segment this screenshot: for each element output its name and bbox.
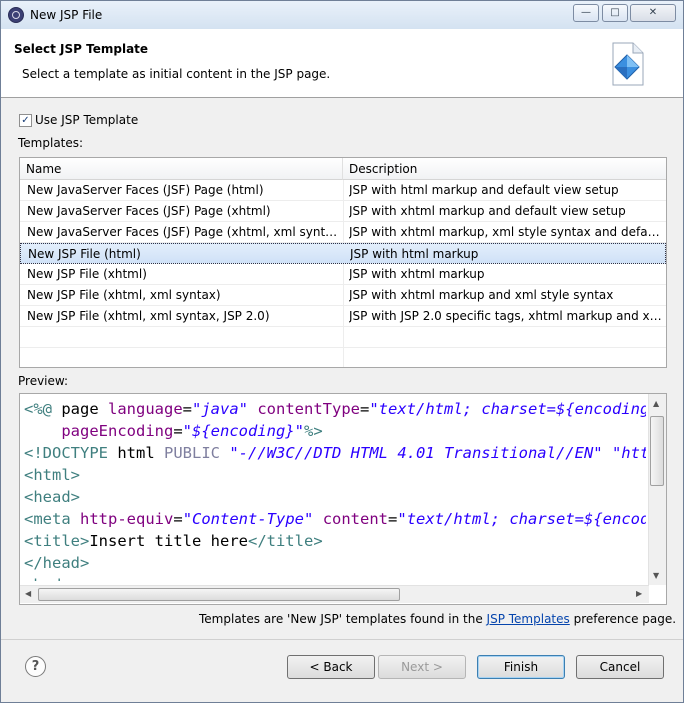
footnote-suffix: preference page.	[569, 612, 677, 626]
footnote-prefix: Templates are 'New JSP' templates found …	[199, 612, 487, 626]
code-line: pageEncoding="${encoding}"%>	[61, 422, 323, 440]
page-description: Select a template as initial content in …	[22, 67, 331, 81]
wizard-header: Select JSP Template Select a template as…	[1, 29, 683, 98]
code-line: <meta http-equiv="Content-Type" content=…	[24, 510, 646, 528]
code-line: <title>Insert title here</title>	[24, 532, 323, 550]
scroll-right-icon[interactable]: ▶	[636, 589, 642, 598]
template-description: JSP with xhtml markup and xml style synt…	[349, 288, 614, 302]
template-description: JSP with html markup and default view se…	[349, 183, 619, 197]
finish-button[interactable]: Finish	[477, 655, 565, 679]
jsp-templates-link[interactable]: JSP Templates	[487, 612, 570, 626]
horizontal-scroll-thumb[interactable]	[38, 588, 400, 601]
preview-pane[interactable]: <%@ page language="java" contentType="te…	[19, 393, 667, 605]
new-jsp-file-dialog: New JSP File — □ ✕ Select JSP Template S…	[0, 0, 684, 703]
templates-label: Templates:	[18, 136, 84, 150]
template-name: New JavaServer Faces (JSF) Page (xhtml, …	[27, 225, 339, 239]
table-row[interactable]: New JavaServer Faces (JSF) Page (xhtml, …	[20, 222, 666, 243]
use-template-label[interactable]: Use JSP Template	[35, 113, 138, 127]
template-name: New JSP File (xhtml, xml syntax)	[27, 288, 221, 302]
templates-table[interactable]: Name Description New JavaServer Faces (J…	[19, 157, 667, 368]
jsp-file-wizard-icon	[612, 42, 644, 86]
next-button[interactable]: Next >	[378, 655, 466, 679]
template-description: JSP with html markup	[350, 247, 479, 261]
template-name: New JSP File (xhtml)	[27, 267, 147, 281]
eclipse-icon	[8, 7, 24, 23]
cancel-button[interactable]: Cancel	[576, 655, 664, 679]
page-title: Select JSP Template	[14, 42, 149, 56]
vertical-scrollbar[interactable]: ▲ ▼	[648, 394, 666, 585]
table-row-selected[interactable]: New JSP File (html) JSP with html markup	[20, 243, 666, 264]
code-line: <%@ page language="java" contentType="te…	[24, 400, 646, 418]
templates-footnote: Templates are 'New JSP' templates found …	[199, 612, 676, 626]
scroll-down-icon[interactable]: ▼	[653, 571, 659, 580]
preview-code[interactable]: <%@ page language="java" contentType="te…	[24, 398, 646, 581]
empty-row	[20, 327, 666, 348]
code-line: <body>	[24, 574, 646, 581]
table-row[interactable]: New JSP File (xhtml) JSP with xhtml mark…	[20, 264, 666, 285]
maximize-button[interactable]: □	[602, 4, 628, 22]
code-line: <!DOCTYPE html PUBLIC "-//W3C//DTD HTML …	[24, 444, 646, 462]
scroll-left-icon[interactable]: ◀	[25, 589, 31, 598]
table-row[interactable]: New JSP File (xhtml, xml syntax, JSP 2.0…	[20, 306, 666, 327]
title-bar[interactable]: New JSP File — □ ✕	[1, 1, 683, 29]
code-line: <head>	[24, 488, 81, 506]
table-row[interactable]: New JavaServer Faces (JSF) Page (html) J…	[20, 180, 666, 201]
button-bar-separator	[1, 639, 683, 640]
column-header-name[interactable]: Name	[20, 158, 343, 180]
template-name: New JSP File (xhtml, xml syntax, JSP 2.0…	[27, 309, 270, 323]
table-row[interactable]: New JavaServer Faces (JSF) Page (xhtml) …	[20, 201, 666, 222]
scroll-up-icon[interactable]: ▲	[653, 399, 659, 408]
close-button[interactable]: ✕	[630, 4, 676, 22]
horizontal-scrollbar[interactable]: ◀ ▶	[20, 585, 649, 603]
template-name: New JSP File (html)	[28, 247, 141, 261]
template-name: New JavaServer Faces (JSF) Page (html)	[27, 183, 264, 197]
window-title: New JSP File	[30, 8, 103, 22]
template-description: JSP with xhtml markup	[349, 267, 485, 281]
template-name: New JavaServer Faces (JSF) Page (xhtml)	[27, 204, 271, 218]
code-line: <html>	[24, 466, 81, 484]
use-template-checkbox[interactable]: ✓	[19, 114, 32, 127]
code-line: </head>	[24, 554, 90, 572]
template-description: JSP with JSP 2.0 specific tags, xhtml ma…	[349, 309, 662, 323]
template-description: JSP with xhtml markup, xml style syntax …	[349, 225, 662, 239]
table-row[interactable]: New JSP File (xhtml, xml syntax) JSP wit…	[20, 285, 666, 306]
column-header-description[interactable]: Description	[343, 158, 666, 180]
minimize-button[interactable]: —	[573, 4, 599, 22]
template-description: JSP with xhtml markup and default view s…	[349, 204, 626, 218]
vertical-scroll-thumb[interactable]	[650, 416, 664, 486]
help-icon[interactable]: ?	[25, 656, 46, 677]
back-button[interactable]: < Back	[287, 655, 375, 679]
preview-label: Preview:	[18, 374, 69, 388]
